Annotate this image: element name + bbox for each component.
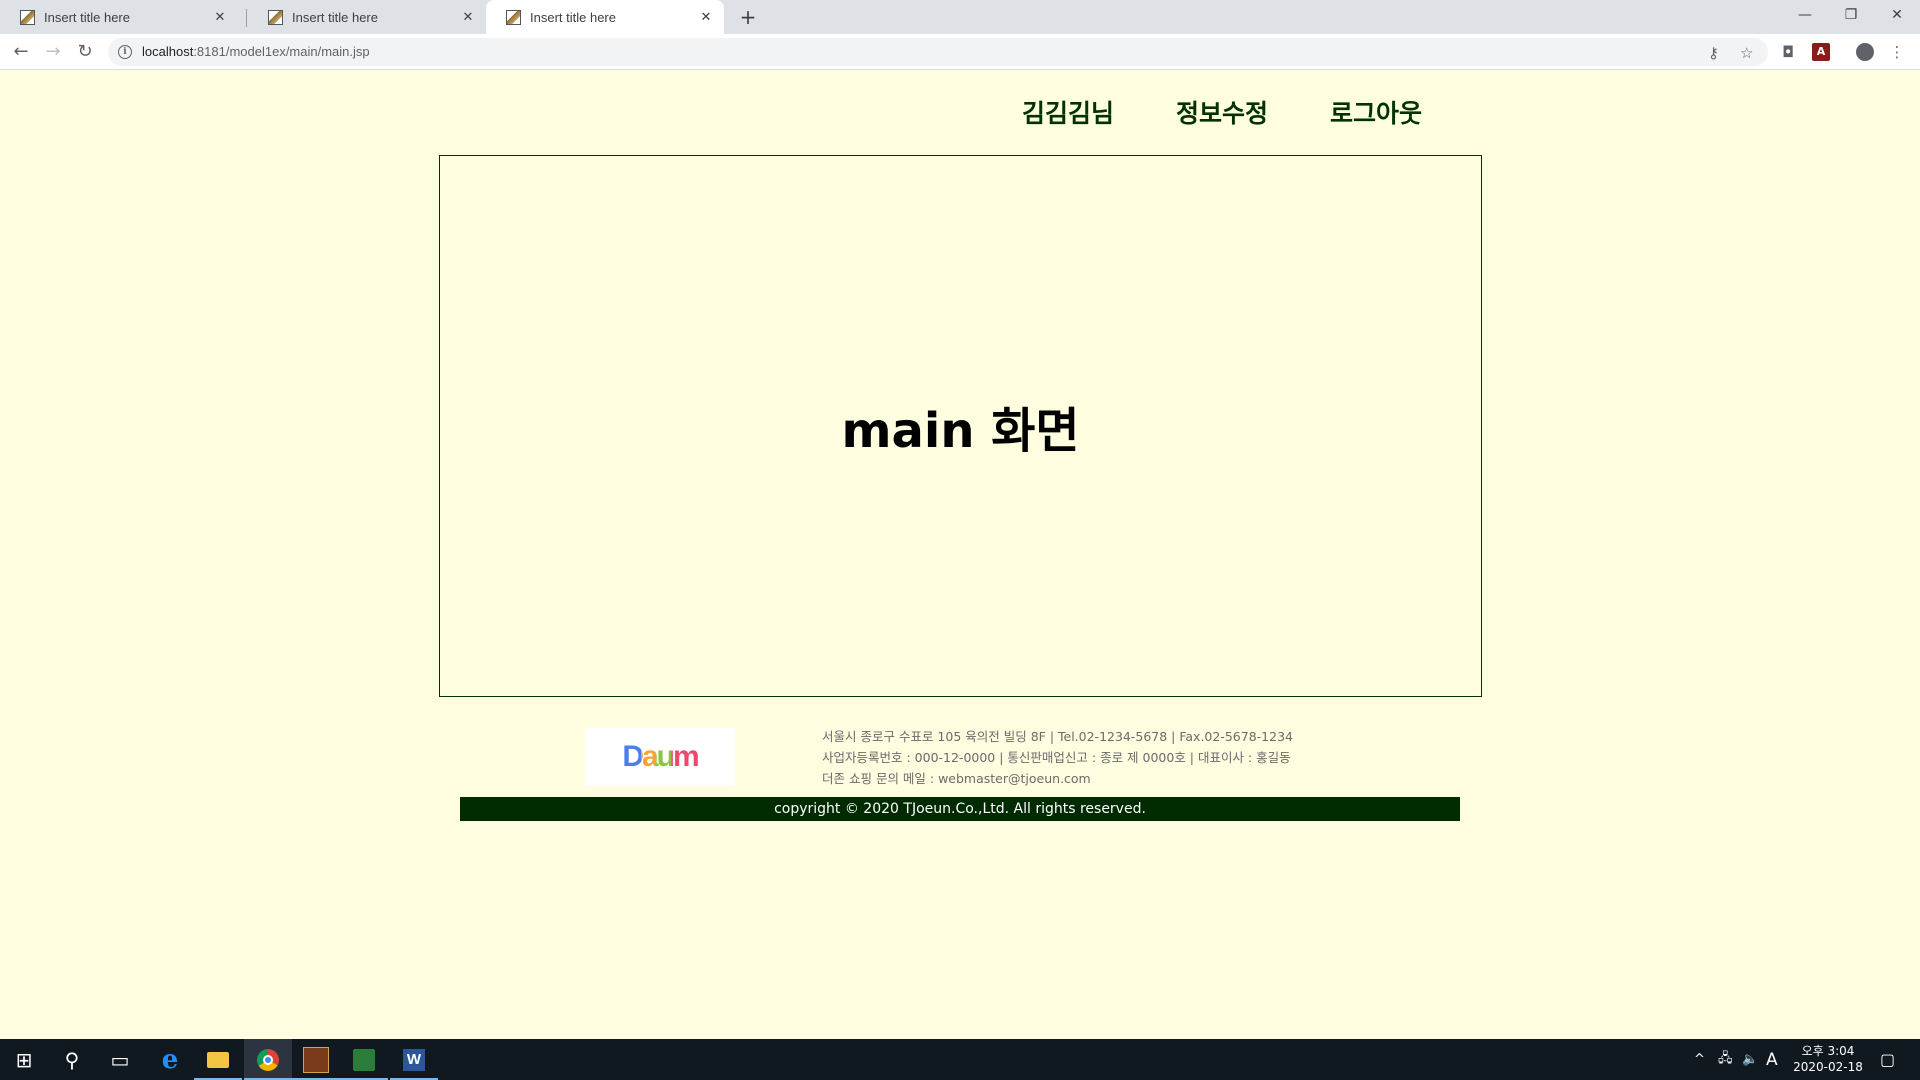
copyright-bar: copyright © 2020 TJoeun.Co.,Ltd. All rig… xyxy=(460,797,1460,821)
tab-close-icon[interactable]: ✕ xyxy=(460,9,476,25)
main-heading: main 화면 xyxy=(841,403,1080,459)
tab-title: Insert title here xyxy=(292,9,378,25)
new-tab-button[interactable]: + xyxy=(736,5,760,29)
footer-business-line: 사업자등록번호 : 000-12-0000 | 통신판매업신고 : 종로 제 0… xyxy=(822,750,1291,765)
browser-tab-1[interactable]: Insert title here ✕ xyxy=(0,0,238,34)
footer-email-line: 더존 쇼핑 문의 메일 : webmaster@tjoeun.com xyxy=(822,771,1091,786)
browser-toolbar: ← → ↻ i localhost:8181/model1ex/main/mai… xyxy=(0,34,1920,70)
media-app-icon[interactable] xyxy=(340,1039,388,1080)
daum-logo[interactable]: Daum xyxy=(585,728,735,786)
url-host: localhost xyxy=(142,44,194,59)
camera-extension-icon[interactable]: ◘ xyxy=(1779,43,1797,61)
bookmark-star-icon[interactable]: ☆ xyxy=(1740,44,1753,62)
pdf-extension-icon[interactable]: A xyxy=(1812,43,1830,61)
tab-close-icon[interactable]: ✕ xyxy=(212,9,228,25)
tab-separator xyxy=(246,9,247,27)
volume-muted-icon[interactable]: 🔈 xyxy=(1742,1039,1758,1080)
url-path: :8181/model1ex/main/main.jsp xyxy=(193,44,370,59)
clock-date: 2020-02-18 xyxy=(1793,1060,1863,1074)
reload-icon[interactable]: ↻ xyxy=(71,38,99,66)
media-glyph xyxy=(353,1048,375,1071)
search-icon[interactable]: ⚲ xyxy=(48,1039,96,1080)
site-info-icon[interactable]: i xyxy=(118,45,132,59)
tab-title: Insert title here xyxy=(44,9,130,25)
menu-user-name[interactable]: 김김김님 xyxy=(1022,94,1114,130)
network-icon[interactable]: 🖧 xyxy=(1718,1039,1733,1080)
chrome-glyph xyxy=(257,1048,279,1071)
edge-glyph: e xyxy=(161,1044,179,1075)
browser-tab-2[interactable]: Insert title here ✕ xyxy=(248,0,486,34)
chrome-taskbar-icon[interactable] xyxy=(244,1039,292,1080)
logo-text: Daum xyxy=(622,740,699,773)
file-explorer-icon[interactable] xyxy=(194,1039,242,1080)
footer-company-info: 서울시 종로구 수표로 105 육의전 빌딩 8F | Tel.02-1234-… xyxy=(822,726,1293,789)
game-app-icon[interactable] xyxy=(292,1039,340,1080)
window-close-button[interactable]: ✕ xyxy=(1874,0,1920,30)
windows-start-icon[interactable]: ⊞ xyxy=(0,1039,48,1080)
key-icon[interactable]: ⚷ xyxy=(1708,44,1719,62)
restore-button[interactable]: ❐ xyxy=(1828,0,1874,30)
game-glyph xyxy=(303,1046,329,1073)
main-content-box: main 화면 xyxy=(439,155,1482,697)
word-app-icon[interactable]: W xyxy=(390,1039,438,1080)
folder-glyph xyxy=(207,1051,229,1068)
minimize-button[interactable]: — xyxy=(1782,0,1828,30)
action-center-icon[interactable]: ▢ xyxy=(1880,1039,1895,1080)
edge-browser-icon[interactable]: e xyxy=(146,1039,194,1080)
top-menu: 김김김님 정보수정 로그아웃 xyxy=(1022,94,1484,130)
system-clock[interactable]: 오후 3:04 2020-02-18 xyxy=(1784,1043,1872,1075)
tab-strip: Insert title here ✕ Insert title here ✕ … xyxy=(0,0,1920,34)
page-viewport: 김김김님 정보수정 로그아웃 main 화면 Daum 서울시 종로구 수표로 … xyxy=(0,70,1920,1039)
page-favicon-icon xyxy=(268,9,283,25)
back-arrow-icon[interactable]: ← xyxy=(7,38,35,66)
ime-indicator[interactable]: A xyxy=(1766,1039,1778,1080)
windows-taskbar: ⊞ ⚲ ▭ e W ^ 🖧 🔈 A 오후 3:04 2020-02-18 ▢ xyxy=(0,1039,1920,1080)
page-favicon-icon xyxy=(506,9,521,25)
menu-kebab-icon[interactable]: ⋮ xyxy=(1888,43,1906,61)
address-bar[interactable]: i localhost:8181/model1ex/main/main.jsp … xyxy=(108,38,1768,66)
profile-avatar-icon[interactable] xyxy=(1856,43,1874,61)
tab-close-icon[interactable]: ✕ xyxy=(698,9,714,25)
task-view-icon[interactable]: ▭ xyxy=(96,1039,144,1080)
browser-tab-3-active[interactable]: Insert title here ✕ xyxy=(486,0,724,34)
url-text[interactable]: localhost:8181/model1ex/main/main.jsp xyxy=(142,44,370,59)
forward-arrow-icon[interactable]: → xyxy=(39,38,67,66)
word-glyph: W xyxy=(403,1048,425,1071)
page-favicon-icon xyxy=(20,9,35,25)
footer-address-line: 서울시 종로구 수표로 105 육의전 빌딩 8F | Tel.02-1234-… xyxy=(822,729,1293,744)
menu-logout[interactable]: 로그아웃 xyxy=(1330,94,1422,130)
clock-time: 오후 3:04 xyxy=(1801,1044,1855,1058)
tray-overflow-icon[interactable]: ^ xyxy=(1694,1039,1705,1080)
menu-edit-profile[interactable]: 정보수정 xyxy=(1176,94,1268,130)
tab-title: Insert title here xyxy=(530,9,616,25)
